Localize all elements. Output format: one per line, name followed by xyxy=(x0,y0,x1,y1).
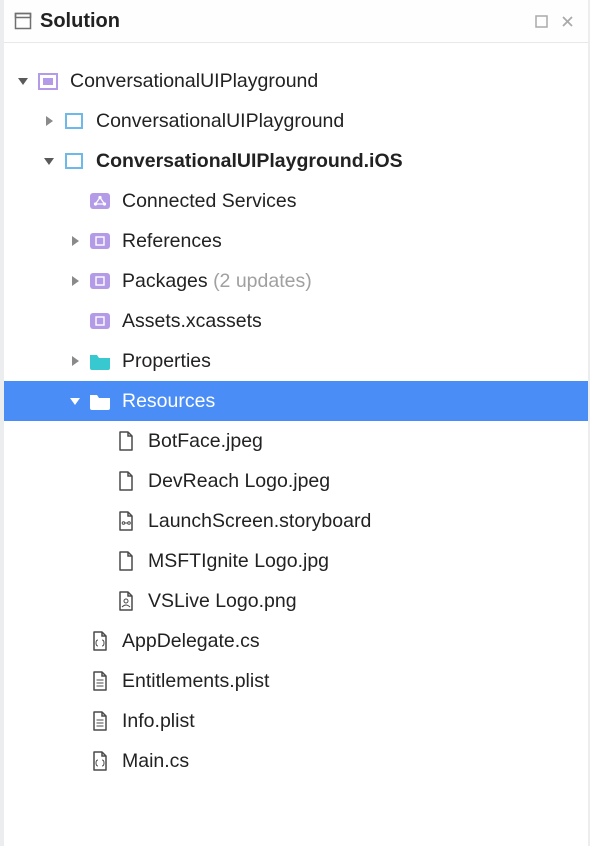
file-icon xyxy=(112,469,140,493)
file-icon xyxy=(112,549,140,573)
assets-icon xyxy=(86,309,114,333)
tree-item-resources[interactable]: Resources xyxy=(4,381,588,421)
tree-item-file[interactable]: VSLive Logo.png xyxy=(4,581,588,621)
detach-button[interactable] xyxy=(528,11,554,31)
tree-item-project[interactable]: ConversationalUIPlayground xyxy=(4,101,588,141)
tree-item-label: Connected Services xyxy=(122,190,297,213)
tree-item-label: DevReach Logo.jpeg xyxy=(148,470,330,493)
storyboard-file-icon xyxy=(112,509,140,533)
csharp-file-icon xyxy=(86,749,114,773)
solution-pad-header: Solution xyxy=(4,0,588,43)
tree-item-storyboard[interactable]: LaunchScreen.storyboard xyxy=(4,501,588,541)
solution-pad-title: Solution xyxy=(40,10,528,33)
tree-item-label: Info.plist xyxy=(122,710,195,733)
tree-item-label: ConversationalUIPlayground xyxy=(70,70,318,93)
tree-item-plist-file[interactable]: Info.plist xyxy=(4,701,588,741)
packages-updates-hint: (2 updates) xyxy=(213,270,312,292)
expander-icon[interactable] xyxy=(38,110,60,132)
tree-item-label: AppDelegate.cs xyxy=(122,630,260,653)
folder-icon xyxy=(86,349,114,373)
connected-services-icon xyxy=(86,189,114,213)
tree-item-label: ConversationalUIPlayground xyxy=(96,110,344,133)
tree-item-connected-services[interactable]: Connected Services xyxy=(4,181,588,221)
tree-item-label: Entitlements.plist xyxy=(122,670,269,693)
packages-icon xyxy=(86,269,114,293)
tree-item-file[interactable]: DevReach Logo.jpeg xyxy=(4,461,588,501)
solution-icon xyxy=(34,69,62,93)
expander-icon[interactable] xyxy=(64,350,86,372)
expander-icon[interactable] xyxy=(64,390,86,412)
tree-item-assets[interactable]: Assets.xcassets xyxy=(4,301,588,341)
image-file-icon xyxy=(112,589,140,613)
project-icon xyxy=(60,149,88,173)
tree-item-file[interactable]: MSFTIgnite Logo.jpg xyxy=(4,541,588,581)
tree-item-file[interactable]: BotFace.jpeg xyxy=(4,421,588,461)
tree-item-label: ConversationalUIPlayground.iOS xyxy=(96,150,403,173)
plist-file-icon xyxy=(86,669,114,693)
tree-item-label: BotFace.jpeg xyxy=(148,430,263,453)
folder-icon xyxy=(86,389,114,413)
tree-item-cs-file[interactable]: Main.cs xyxy=(4,741,588,781)
expander-icon[interactable] xyxy=(64,230,86,252)
expander-icon[interactable] xyxy=(38,150,60,172)
tree-item-label: References xyxy=(122,230,222,253)
solution-pad-window: Solution Conversa xyxy=(4,0,588,846)
tree-item-label: VSLive Logo.png xyxy=(148,590,297,613)
references-icon xyxy=(86,229,114,253)
expander-icon[interactable] xyxy=(64,270,86,292)
tree-item-label: LaunchScreen.storyboard xyxy=(148,510,371,533)
tree-item-cs-file[interactable]: AppDelegate.cs xyxy=(4,621,588,661)
csharp-file-icon xyxy=(86,629,114,653)
project-icon xyxy=(60,109,88,133)
plist-file-icon xyxy=(86,709,114,733)
tree-item-packages[interactable]: Packages (2 updates) xyxy=(4,261,588,301)
close-button[interactable] xyxy=(554,11,580,31)
tree-item-plist-file[interactable]: Entitlements.plist xyxy=(4,661,588,701)
tree-item-references[interactable]: References xyxy=(4,221,588,261)
tree-item-solution-root[interactable]: ConversationalUIPlayground xyxy=(4,61,588,101)
expander-icon[interactable] xyxy=(12,70,34,92)
solution-header-icon xyxy=(12,12,34,30)
tree-item-label: Properties xyxy=(122,350,211,373)
tree-item-label: Resources xyxy=(122,390,215,413)
tree-item-label: MSFTIgnite Logo.jpg xyxy=(148,550,329,573)
tree-item-label: Assets.xcassets xyxy=(122,310,262,333)
file-icon xyxy=(112,429,140,453)
solution-tree[interactable]: ConversationalUIPlayground Conversationa… xyxy=(4,43,588,781)
tree-item-label: Packages (2 updates) xyxy=(122,270,312,293)
tree-item-label: Main.cs xyxy=(122,750,189,773)
tree-item-properties[interactable]: Properties xyxy=(4,341,588,381)
tree-item-project-ios[interactable]: ConversationalUIPlayground.iOS xyxy=(4,141,588,181)
